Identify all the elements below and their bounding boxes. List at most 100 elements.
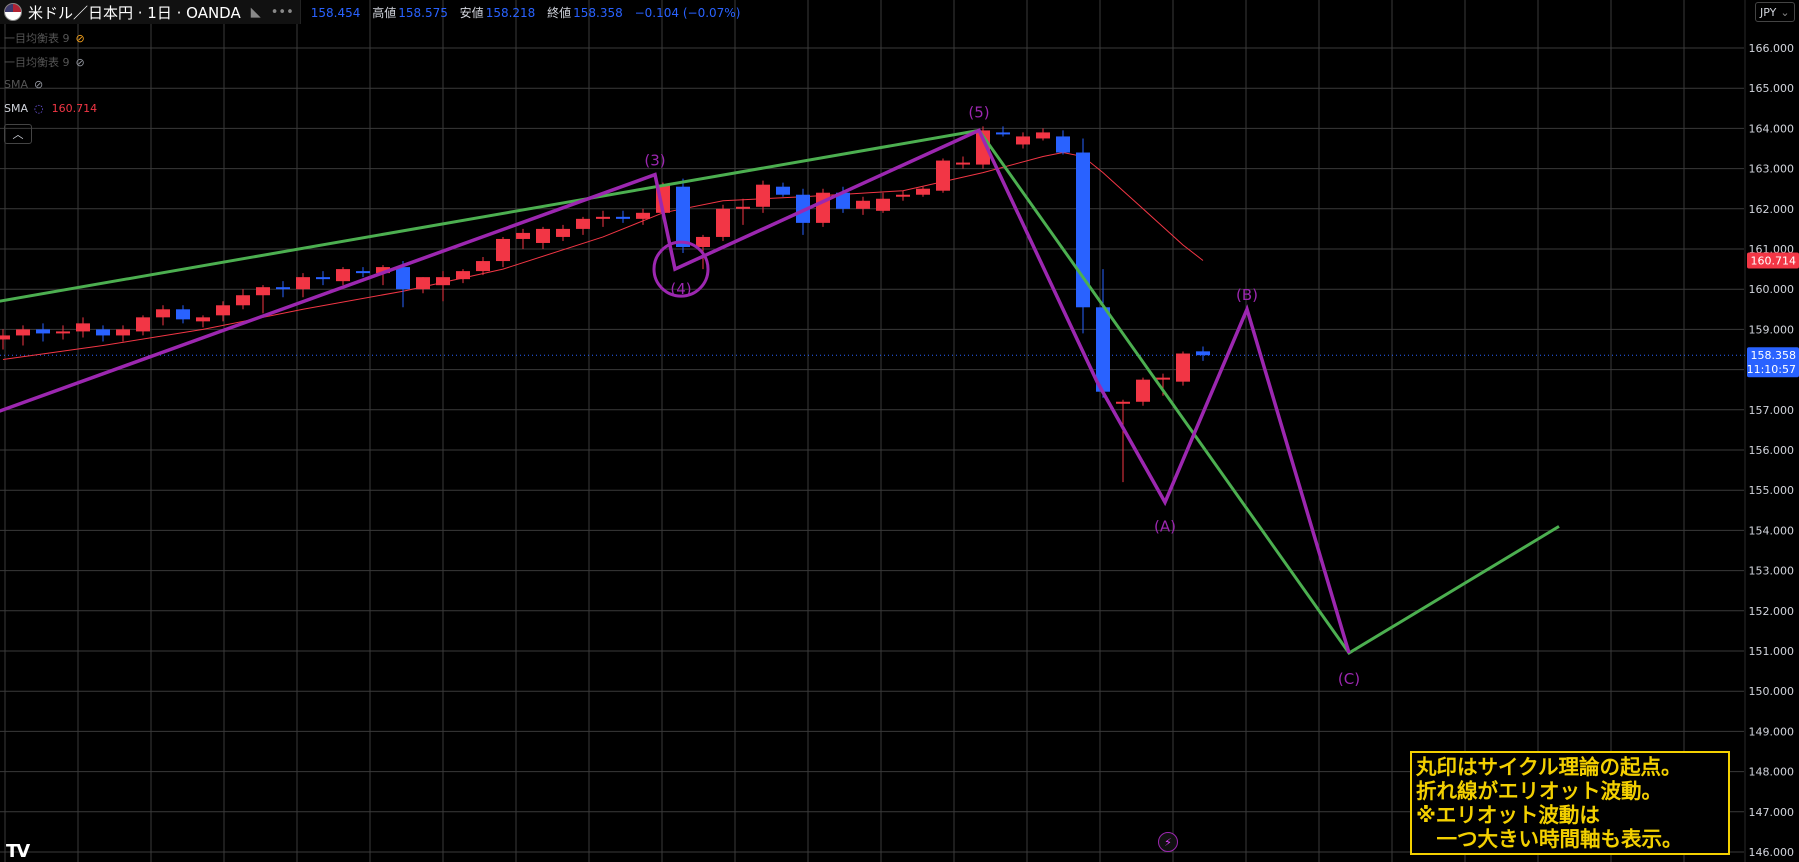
candle-body — [36, 329, 50, 334]
candle-body — [176, 309, 190, 320]
candle-body — [876, 198, 890, 211]
eye-hidden-icon[interactable]: ⊘ — [76, 56, 85, 69]
y-tick-label: 146.000 — [1749, 846, 1795, 859]
candle-body — [756, 184, 770, 207]
chevron-down-icon: ⌄ — [1780, 5, 1790, 19]
candle-body — [296, 277, 310, 290]
candle-body — [1036, 132, 1050, 139]
candle-body — [1116, 401, 1130, 404]
candle-body — [276, 287, 290, 290]
indicator-ichimoku-2[interactable]: 一目均衡表 9 ⊘ — [4, 54, 85, 70]
candle-body — [636, 212, 650, 219]
y-tick-label: 156.000 — [1749, 444, 1795, 457]
candle-body — [316, 277, 330, 280]
indicator-ichimoku-1[interactable]: 一目均衡表 9 ⊘ — [4, 30, 85, 46]
annotation-note: 丸印はサイクル理論の起点。 折れ線がエリオット波動。 ※エリオット波動は 一つ大… — [1410, 751, 1730, 855]
candle-body — [596, 216, 610, 219]
candle-body — [676, 186, 690, 247]
candle-body — [856, 200, 870, 209]
y-tick-label: 147.000 — [1749, 806, 1795, 819]
countdown-label: 11:10:57 — [1747, 363, 1796, 376]
candle-body — [1176, 353, 1190, 382]
candle-body — [816, 192, 830, 223]
candle-body — [956, 162, 970, 165]
candle-body — [476, 261, 490, 272]
candle-body — [416, 277, 430, 290]
y-tick-label: 162.000 — [1749, 203, 1795, 216]
candle-body — [1196, 351, 1210, 356]
y-tick-label: 160.000 — [1749, 283, 1795, 296]
market-status-icon: ◣ — [250, 4, 261, 20]
candle-body — [556, 228, 570, 237]
wave-label: (C) — [1338, 670, 1360, 688]
candle-body — [396, 267, 410, 290]
note-line: 丸印はサイクル理論の起点。 — [1416, 755, 1682, 779]
candle-body — [336, 269, 350, 282]
us-flag-icon — [4, 3, 22, 21]
indicator-name: SMA — [4, 78, 28, 91]
candle-body — [716, 208, 730, 237]
ohlc-readout: 158.454 高値 158.575 安値 158.218 終値 158.358 −0… — [311, 4, 749, 21]
candle-body — [96, 329, 110, 336]
low-label: 安値 — [459, 5, 484, 20]
close-label: 終値 — [547, 5, 572, 20]
more-options-icon[interactable]: ••• — [271, 5, 294, 20]
candle-body — [356, 271, 370, 274]
y-tick-label: 166.000 — [1749, 42, 1795, 55]
currency-button[interactable]: JPY ⌄ — [1755, 2, 1795, 22]
indicator-name: 一目均衡表 9 — [4, 32, 70, 45]
note-line: ※エリオット波動は — [1416, 803, 1600, 827]
wave-label: (B) — [1236, 286, 1258, 304]
price-label-text: 160.714 — [1751, 254, 1797, 267]
price-label-text: 158.358 — [1751, 349, 1797, 362]
y-tick-label: 155.000 — [1749, 484, 1795, 497]
indicator-sma-hidden[interactable]: SMA ⊘ — [4, 78, 43, 91]
indicator-sma[interactable]: SMA ◌ 160.714 — [4, 102, 97, 115]
open-value: 158.454 — [310, 5, 361, 20]
candle-body — [1136, 379, 1150, 402]
close-value: 158.358 — [573, 5, 623, 20]
wave-label: (A) — [1154, 517, 1176, 535]
candle-body — [136, 317, 150, 332]
tradingview-logo[interactable]: TV — [6, 841, 30, 862]
collapse-legend-button[interactable]: ︿ — [4, 124, 32, 144]
y-tick-label: 157.000 — [1749, 404, 1795, 417]
candle-body — [256, 287, 270, 296]
candle-body — [436, 277, 450, 286]
candle-body — [76, 323, 90, 332]
indicator-name: SMA — [4, 102, 28, 115]
candle-body — [456, 271, 470, 280]
high-label: 高値 — [372, 5, 397, 20]
symbol-box[interactable]: 米ドル／日本円 · 1日 · OANDA ◣ ••• — [0, 0, 301, 24]
high-value: 158.575 — [398, 5, 448, 20]
symbol-title[interactable]: 米ドル／日本円 · 1日 · OANDA — [28, 2, 241, 23]
note-line: 折れ線がエリオット波動。 — [1416, 779, 1662, 803]
y-tick-label: 152.000 — [1749, 605, 1795, 618]
sma-value: 160.714 — [51, 102, 98, 115]
candle-body — [56, 331, 70, 334]
event-flash-icon[interactable]: ⚡ — [1158, 832, 1178, 852]
eye-hidden-icon[interactable]: ⊘ — [34, 78, 43, 91]
candle-body — [196, 317, 210, 322]
note-line: 一つ大きい時間軸も表示。 — [1416, 827, 1683, 851]
candle-body — [216, 305, 230, 316]
y-tick-label: 154.000 — [1749, 524, 1795, 537]
candle-body — [696, 236, 710, 247]
y-tick-label: 164.000 — [1749, 122, 1795, 135]
price-chart[interactable]: 166.000165.000164.000163.000162.000161.0… — [0, 0, 1799, 862]
eye-hidden-icon[interactable]: ⊘ — [76, 32, 85, 45]
candle-body — [576, 218, 590, 229]
low-value: 158.218 — [485, 5, 536, 20]
y-tick-label: 149.000 — [1749, 725, 1795, 738]
candle-body — [516, 232, 530, 239]
sma-line — [2, 152, 1204, 361]
candle-body — [896, 194, 910, 197]
indicator-name: 一目均衡表 9 — [4, 56, 70, 69]
y-tick-label: 159.000 — [1749, 323, 1795, 336]
y-tick-label: 148.000 — [1749, 766, 1795, 779]
wave-label: (3) — [644, 152, 665, 170]
chart-header: 米ドル／日本円 · 1日 · OANDA ◣ ••• 158.454 高値 158… — [0, 0, 748, 24]
change-value: −0.104 (−0.07%) — [634, 5, 741, 20]
candle-body — [1056, 136, 1070, 153]
candle-body — [536, 228, 550, 243]
